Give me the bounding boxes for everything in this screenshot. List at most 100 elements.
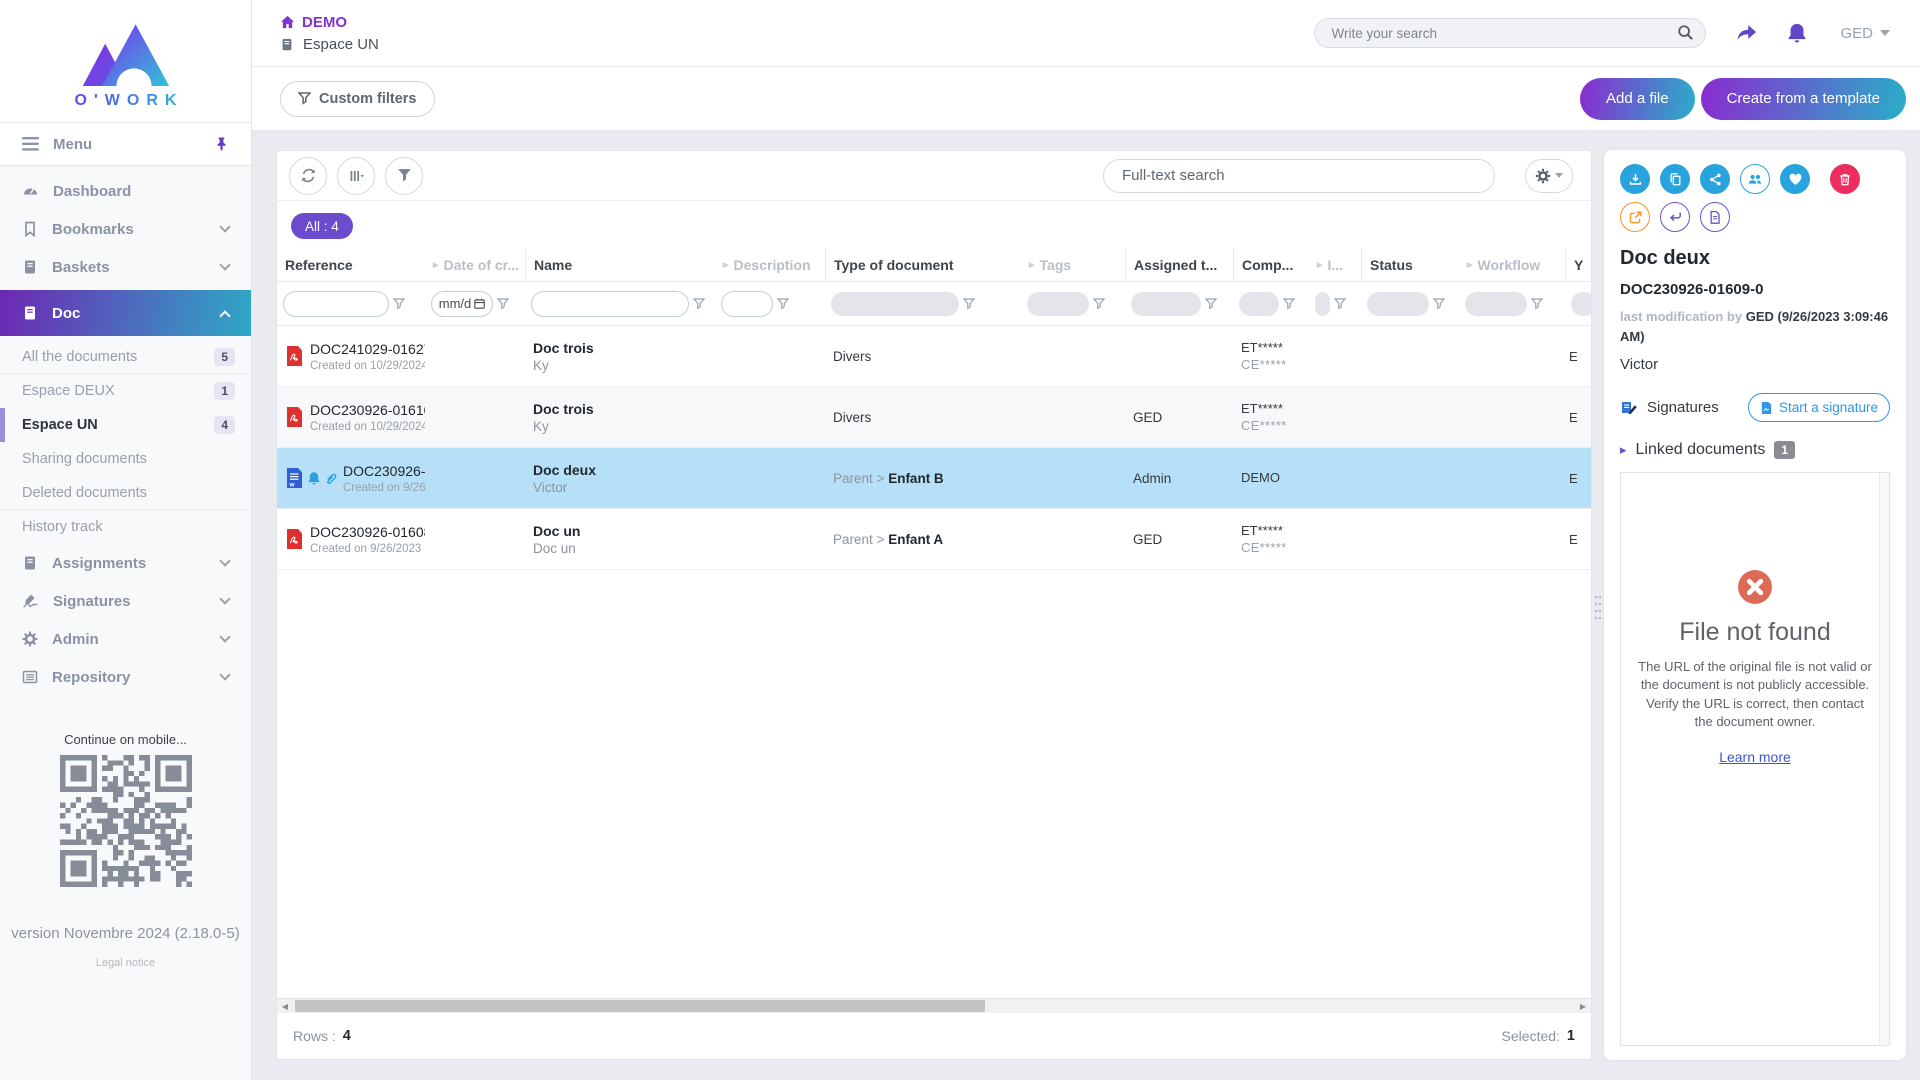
- sidebar-item-baskets[interactable]: Baskets: [0, 248, 251, 286]
- legal-notice-link[interactable]: Legal notice: [0, 957, 251, 969]
- sidebar-footer: Continue on mobile... version Novembre 2…: [0, 732, 251, 969]
- sidebar-item-signatures[interactable]: Signatures: [0, 582, 251, 620]
- document-info-button[interactable]: [1700, 202, 1730, 232]
- breadcrumb-space[interactable]: Espace UN: [280, 36, 379, 53]
- scrollbar-thumb[interactable]: [295, 1000, 985, 1012]
- column-header-assigned[interactable]: Assigned t...: [1125, 248, 1233, 281]
- column-header-status[interactable]: Status: [1361, 248, 1459, 281]
- fulltext-search-input[interactable]: [1103, 159, 1495, 193]
- favorite-button[interactable]: [1780, 164, 1810, 194]
- filter-funnel-icon[interactable]: [777, 298, 789, 310]
- refresh-button[interactable]: [289, 157, 327, 195]
- y-filter-select[interactable]: [1571, 292, 1592, 316]
- column-header-company[interactable]: Comp...: [1233, 248, 1309, 281]
- delete-button[interactable]: [1830, 164, 1860, 194]
- date-filter-input[interactable]: mm/d: [431, 291, 493, 317]
- share-button[interactable]: [1700, 164, 1730, 194]
- sidebar-item-deleted-documents[interactable]: Deleted documents: [0, 476, 251, 510]
- filter-funnel-icon[interactable]: [1334, 298, 1346, 310]
- column-header-type[interactable]: Type of document: [825, 248, 1021, 281]
- column-header-reference[interactable]: Reference: [277, 248, 425, 281]
- document-subtitle: Ky: [533, 358, 715, 373]
- share-button[interactable]: [1734, 22, 1758, 44]
- table-settings-button[interactable]: [1525, 159, 1573, 193]
- mountain-logo-icon: [73, 10, 179, 90]
- table-row-selected[interactable]: w DOC230926-01609-0 Created on 9/26/2023…: [277, 448, 1591, 509]
- filter-funnel-icon[interactable]: [497, 298, 509, 310]
- column-header-y[interactable]: Y: [1565, 248, 1592, 281]
- sidebar-item-history-track[interactable]: History track: [0, 510, 251, 544]
- create-from-template-button[interactable]: Create from a template: [1701, 78, 1906, 120]
- breadcrumb-home[interactable]: DEMO: [280, 14, 379, 31]
- description-filter-input[interactable]: [721, 291, 773, 317]
- sidebar-item-espace-deux[interactable]: Espace DEUX 1: [0, 374, 251, 408]
- workflow-filter-select[interactable]: [1465, 292, 1527, 316]
- table-row[interactable]: DOC230926-01608-0 Created on 9/26/2023 3…: [277, 509, 1591, 570]
- company-filter-select[interactable]: [1239, 292, 1279, 316]
- column-header-tags[interactable]: ▸Tags: [1021, 248, 1125, 281]
- sidebar-item-assignments[interactable]: Assignments: [0, 544, 251, 582]
- breadcrumb-home-label: DEMO: [302, 14, 347, 31]
- scroll-left-arrow[interactable]: ◀: [277, 999, 293, 1013]
- notifications-button[interactable]: [1786, 22, 1808, 45]
- pin-icon[interactable]: [214, 136, 229, 152]
- column-header-description[interactable]: ▸Description: [715, 248, 825, 281]
- table-header: Reference ▸Date of cr... Name ▸Descripti…: [277, 248, 1591, 282]
- assigned-filter-select[interactable]: [1131, 292, 1201, 316]
- horizontal-scrollbar[interactable]: ◀ ▶: [277, 998, 1591, 1013]
- column-header-i[interactable]: ▸I...: [1309, 248, 1361, 281]
- filter-funnel-icon[interactable]: [1433, 298, 1445, 310]
- app-logo[interactable]: O'WORK: [0, 0, 251, 122]
- sidebar-item-sharing-documents[interactable]: Sharing documents: [0, 442, 251, 476]
- scroll-right-arrow[interactable]: ▶: [1575, 999, 1591, 1013]
- filter-funnel-icon[interactable]: [1531, 298, 1543, 310]
- column-header-date[interactable]: ▸Date of cr...: [425, 248, 525, 281]
- custom-filters-button[interactable]: Custom filters: [280, 81, 435, 117]
- filter-funnel-icon[interactable]: [1093, 298, 1105, 310]
- return-button[interactable]: [1660, 202, 1690, 232]
- download-button[interactable]: [1620, 164, 1650, 194]
- filter-funnel-icon[interactable]: [393, 298, 405, 310]
- table-row[interactable]: DOC241029-01627-0 Created on 10/29/2024 …: [277, 326, 1591, 387]
- search-icon[interactable]: [1677, 24, 1694, 41]
- copy-button[interactable]: [1660, 164, 1690, 194]
- columns-button[interactable]: [337, 157, 375, 195]
- panel-resize-handle[interactable]: [1592, 150, 1604, 1060]
- user-menu[interactable]: GED: [1840, 25, 1890, 42]
- sidebar-item-repository[interactable]: Repository: [0, 658, 251, 696]
- reference-filter-input[interactable]: [283, 291, 389, 317]
- filter-funnel-icon[interactable]: [1205, 298, 1217, 310]
- sidebar-item-all-documents[interactable]: All the documents 5: [0, 340, 251, 374]
- linked-documents-toggle[interactable]: ▸ Linked documents 1: [1620, 441, 1890, 459]
- document-name: Doc trois: [533, 401, 715, 417]
- sidebar-item-doc[interactable]: Doc: [0, 290, 251, 336]
- filter-funnel-icon[interactable]: [1283, 298, 1295, 310]
- sidebar-item-espace-un[interactable]: Espace UN 4: [0, 408, 251, 442]
- tags-filter-select[interactable]: [1027, 292, 1089, 316]
- sidebar-item-bookmarks[interactable]: Bookmarks: [0, 210, 251, 248]
- filter-funnel-icon[interactable]: [963, 298, 975, 310]
- assign-users-button[interactable]: [1740, 164, 1770, 194]
- global-search-input[interactable]: [1314, 18, 1706, 48]
- i-filter-select[interactable]: [1315, 292, 1330, 316]
- name-filter-input[interactable]: [531, 291, 689, 317]
- open-external-button[interactable]: [1620, 202, 1650, 232]
- error-x-icon: [1737, 569, 1773, 605]
- add-file-button[interactable]: Add a file: [1580, 78, 1695, 120]
- all-documents-chip[interactable]: All : 4: [291, 213, 353, 239]
- status-filter-select[interactable]: [1367, 292, 1429, 316]
- filter-button[interactable]: [385, 157, 423, 195]
- sidebar-item-dashboard[interactable]: Dashboard: [0, 172, 251, 210]
- column-header-workflow[interactable]: ▸Workflow: [1459, 248, 1565, 281]
- app-name: O'WORK: [68, 92, 184, 110]
- menu-toggle[interactable]: Menu: [0, 122, 251, 166]
- start-signature-button[interactable]: Start a signature: [1748, 393, 1890, 422]
- preview-scrollbar[interactable]: [1879, 473, 1889, 1045]
- signatures-section: Signatures Start a signature: [1620, 393, 1890, 422]
- learn-more-link[interactable]: Learn more: [1719, 749, 1791, 765]
- filter-funnel-icon[interactable]: [693, 298, 705, 310]
- sidebar-item-admin[interactable]: Admin: [0, 620, 251, 658]
- table-row[interactable]: DOC230926-01610-3 Created on 10/29/2024 …: [277, 387, 1591, 448]
- type-filter-select[interactable]: [831, 292, 959, 316]
- column-header-name[interactable]: Name: [525, 248, 715, 281]
